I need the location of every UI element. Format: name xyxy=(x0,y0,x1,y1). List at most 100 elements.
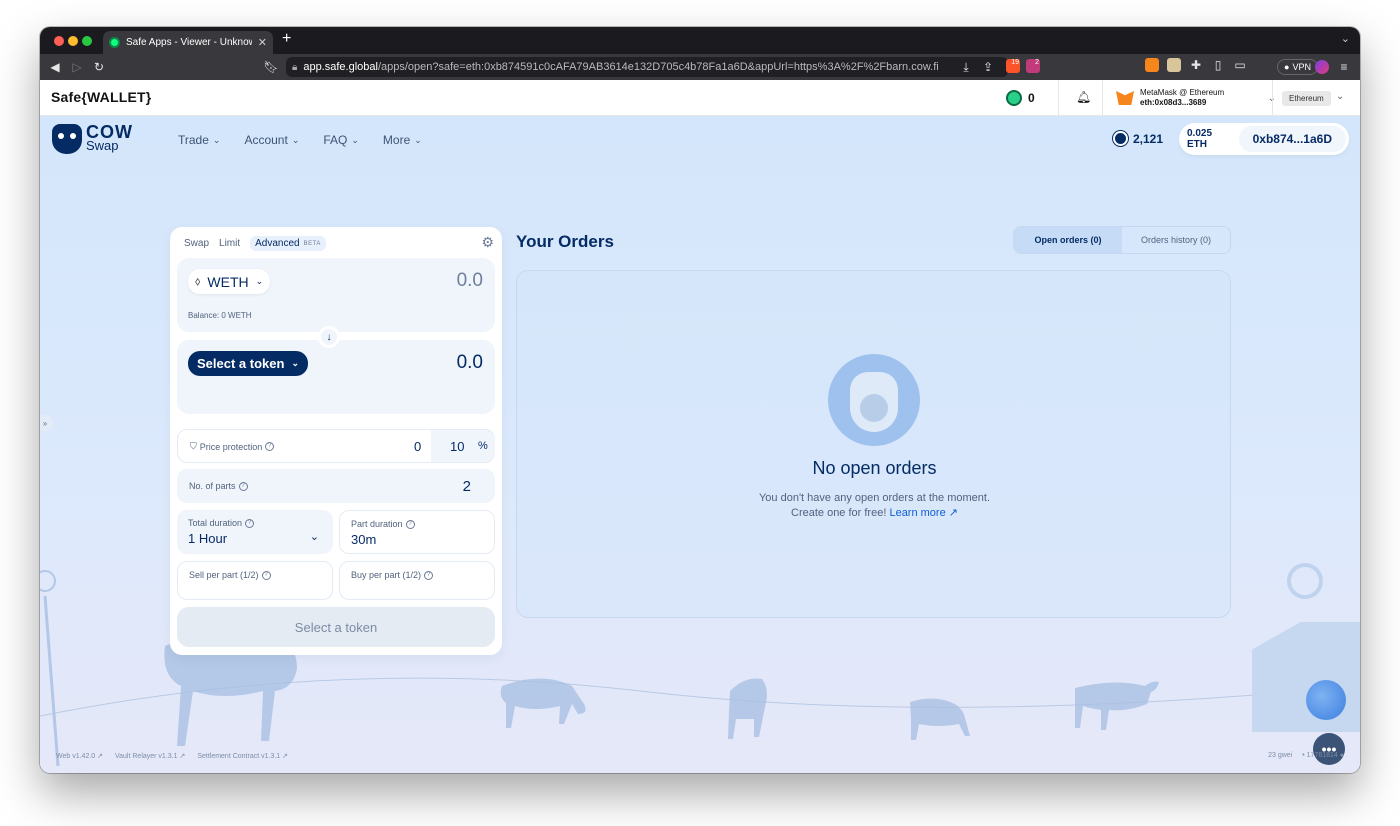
chat-support-icon[interactable]: ••• xyxy=(1313,733,1345,765)
select-token-button[interactable]: Select a token xyxy=(177,607,495,647)
percent-symbol: % xyxy=(478,440,488,452)
connected-wallet[interactable]: MetaMask @ Ethereum eth:0x08d3...3689 ⌄ xyxy=(1116,85,1276,111)
nav-faq[interactable]: FAQ ⌄ xyxy=(323,133,359,147)
metamask-extension-icon[interactable] xyxy=(1145,58,1159,72)
help-icon[interactable]: ? xyxy=(245,518,255,528)
share-icon[interactable]: ⇪ xyxy=(977,60,999,74)
empty-orders-line1: You don't have any open orders at the mo… xyxy=(758,492,991,504)
back-icon[interactable]: ◀ xyxy=(44,60,66,74)
main-nav: Trade ⌄ Account ⌄ FAQ ⌄ More ⌄ xyxy=(178,133,422,147)
tab-swap[interactable]: Swap xyxy=(184,238,209,249)
help-icon[interactable]: ? xyxy=(424,570,434,580)
chevron-down-icon[interactable]: ⌄ xyxy=(1336,91,1344,102)
puzzle-icon[interactable]: ✚ xyxy=(1189,58,1203,72)
total-duration-select[interactable]: Total duration? 1 Hour ⌄ xyxy=(177,510,333,554)
minimize-window-button[interactable] xyxy=(68,36,78,46)
price-protection-label-group: ⛉ Price protection ? xyxy=(190,441,275,452)
price-protection-label: Price protection xyxy=(199,441,263,452)
vault-relayer-link[interactable]: Vault Relayer v1.3.1 ↗ xyxy=(115,752,185,760)
buy-token-selector[interactable]: Select a token ⌄ xyxy=(188,351,308,376)
part-duration-value: 30m xyxy=(351,532,377,547)
chevron-down-icon: ⌄ xyxy=(255,276,264,286)
tab-open-orders[interactable]: Open orders (0) xyxy=(1014,227,1122,253)
cowswap-logo[interactable]: COW Swap xyxy=(52,123,133,154)
tab-limit[interactable]: Limit xyxy=(219,238,240,249)
footer-status: 23 gwei • 17761814 ● xyxy=(1268,752,1344,759)
divider xyxy=(1058,80,1059,116)
cow-balance-value: 2,121 xyxy=(1133,131,1164,146)
tab-orders-history[interactable]: Orders history (0) xyxy=(1122,227,1230,253)
chevron-down-icon: ⌄ xyxy=(414,134,422,145)
orders-panel: No open orders You don't have any open o… xyxy=(516,270,1231,618)
account-button[interactable]: 0.025 ETH 0xb874...1a6D xyxy=(1179,123,1349,155)
browser-tab[interactable]: Safe Apps - Viewer - Unknown ✕ xyxy=(103,31,273,54)
web-version-link[interactable]: Web v1.42.0 ↗ xyxy=(56,752,103,760)
sell-amount-input[interactable]: 0.0 xyxy=(457,270,483,292)
help-icon[interactable]: ? xyxy=(265,442,275,451)
brave-rewards-icon[interactable]: 2 xyxy=(1026,59,1040,73)
safe-header: Safe{WALLET} 0 🔔︎ MetaMask @ Ethereum et… xyxy=(40,80,1360,116)
empty-orders-title: No open orders xyxy=(812,458,937,478)
new-tab-icon[interactable]: + xyxy=(282,30,291,48)
gear-icon[interactable]: ⚙ xyxy=(481,234,494,251)
help-icon[interactable]: ? xyxy=(261,570,271,580)
wallet-icon[interactable]: ▭ xyxy=(1233,58,1247,72)
expand-sidebar-icon[interactable]: » xyxy=(40,415,53,431)
menu-icon[interactable]: ≡ xyxy=(1333,60,1355,74)
part-duration-field: Part duration? 30m xyxy=(339,510,495,554)
close-window-button[interactable] xyxy=(54,36,64,46)
cow-balance[interactable]: 2,121 xyxy=(1113,131,1163,146)
orders-title: Your Orders xyxy=(516,232,614,251)
bookmark-icon[interactable]: 🔖︎ xyxy=(260,60,282,74)
maximize-window-button[interactable] xyxy=(82,36,92,46)
tab-advanced[interactable]: Advanced BETA xyxy=(250,236,326,251)
learn-more-link[interactable]: Learn more ↗ xyxy=(889,507,958,519)
empty-orders-line2: Create one for free! xyxy=(791,507,887,519)
ethereum-icon: ⬨ xyxy=(195,274,201,288)
close-tab-icon[interactable]: ✕ xyxy=(258,36,267,49)
buy-amount-input[interactable]: 0.0 xyxy=(457,352,483,374)
settlement-contract-link[interactable]: Settlement Contract v1.3.1 ↗ xyxy=(197,752,288,760)
barn-illustration xyxy=(1252,622,1360,732)
chevron-down-icon: ⌄ xyxy=(212,134,221,145)
reload-icon[interactable]: ↻ xyxy=(88,60,110,74)
help-icon[interactable]: ? xyxy=(238,481,248,491)
chevron-down-icon: ⌄ xyxy=(291,134,300,145)
total-duration-label: Total duration xyxy=(188,518,243,528)
chevron-down-icon: ⌄ xyxy=(291,358,299,368)
safe-logo[interactable]: Safe{WALLET} xyxy=(51,89,151,105)
url-host: app.safe.global xyxy=(303,61,378,73)
cowswap-app: ••• COW Swap Trade ⌄ Account ⌄ FAQ ⌄ More ⌄ … xyxy=(40,116,1360,773)
tab-list-chevron-icon[interactable]: ⌄ xyxy=(1341,32,1350,45)
divider xyxy=(1102,80,1103,116)
nav-account[interactable]: Account ⌄ xyxy=(244,133,299,147)
pending-transactions[interactable]: 0 xyxy=(1006,88,1035,108)
sell-token-symbol: WETH xyxy=(207,273,249,290)
help-icon[interactable]: ? xyxy=(405,519,415,529)
sell-token-selector[interactable]: ⬨ WETH ⌄ xyxy=(188,269,271,294)
network-selector[interactable]: Ethereum xyxy=(1282,91,1331,106)
parts-value[interactable]: 2 xyxy=(463,478,471,495)
brave-shields-icon[interactable]: 19 xyxy=(1006,59,1020,73)
footer-versions: Web v1.42.0 ↗ Vault Relayer v1.3.1 ↗ Set… xyxy=(56,752,288,760)
parts-row[interactable]: No. of parts ? 2 xyxy=(177,469,495,503)
nav-more[interactable]: More ⌄ xyxy=(383,133,422,147)
price-protection-value[interactable]: 0 xyxy=(414,439,421,454)
nav-faq-label: FAQ xyxy=(323,133,348,147)
cow-mascot-icon[interactable] xyxy=(1306,680,1346,720)
vpn-button[interactable]: ● VPN xyxy=(1277,59,1318,75)
total-duration-value: 1 Hour xyxy=(188,531,228,546)
price-protection-percent-field[interactable]: 10 % xyxy=(431,430,495,462)
install-icon[interactable]: ⤓ xyxy=(955,60,977,75)
bell-icon[interactable]: 🔔︎ xyxy=(1076,90,1091,104)
nav-trade[interactable]: Trade ⌄ xyxy=(178,133,220,147)
wallet-name: MetaMask @ Ethereum xyxy=(1140,88,1225,97)
arrow-down-icon[interactable]: ↓ xyxy=(318,326,340,348)
forward-icon[interactable]: ▷ xyxy=(66,60,88,74)
part-duration-label-group: Part duration? xyxy=(351,519,415,529)
profile-avatar-icon[interactable] xyxy=(1315,60,1329,74)
extension-icon[interactable] xyxy=(1167,58,1181,72)
address-bar[interactable]: 🔒︎ app.safe.global/apps/open?safe=eth:0x… xyxy=(286,57,1008,77)
sidebar-icon[interactable]: ▯ xyxy=(1211,58,1225,72)
tab-title: Safe Apps - Viewer - Unknown xyxy=(126,37,252,48)
